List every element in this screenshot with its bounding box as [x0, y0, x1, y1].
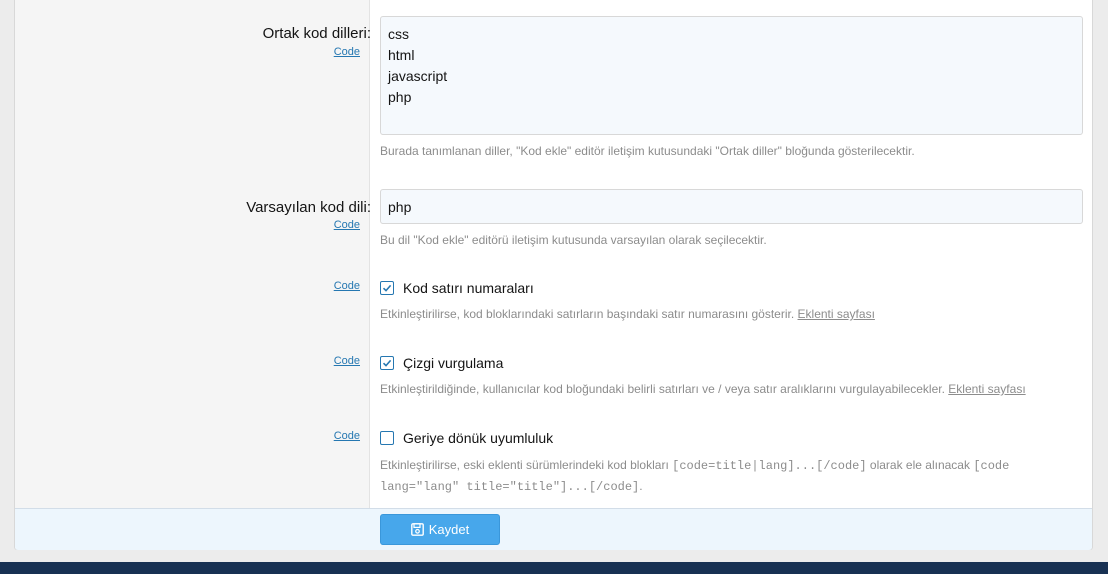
- backwards-compat-checkbox[interactable]: [380, 431, 394, 445]
- line-highlight-plugin-link[interactable]: Eklenti sayfası: [948, 382, 1025, 396]
- floppy-disk-icon: [410, 523, 424, 536]
- backwards-compat-hint-middle: olarak ele alınacak: [869, 458, 970, 472]
- line-numbers-hint-text: Etkinleştirilirse, kod bloklarındaki sat…: [380, 307, 795, 321]
- check-icon: [382, 359, 392, 367]
- backwards-compat-hint-end: .: [639, 479, 643, 493]
- line-highlight-label: Çizgi vurgulama: [403, 355, 504, 371]
- line-highlight-option[interactable]: Çizgi vurgulama: [380, 355, 503, 371]
- options-panel: Ortak kod dilleri: Code css html javascr…: [14, 0, 1093, 550]
- backwards-compat-hint-code-old: [code=title|lang]...[/code]: [672, 459, 867, 473]
- common-languages-textarea[interactable]: css html javascript php: [380, 16, 1083, 135]
- default-language-code-link[interactable]: Code: [334, 219, 360, 231]
- backwards-compat-label: Geriye dönük uyumluluk: [403, 430, 554, 446]
- line-numbers-checkbox[interactable]: [380, 281, 394, 295]
- backwards-compat-hint-before: Etkinleştirilirse, eski eklenti sürümler…: [380, 458, 669, 472]
- line-highlight-code-link[interactable]: Code: [334, 355, 360, 367]
- save-button-label: Kaydet: [428, 522, 470, 537]
- common-languages-code-link[interactable]: Code: [334, 46, 360, 58]
- line-numbers-label: Kod satırı numaraları: [403, 280, 534, 296]
- line-highlight-hint: Etkinleştirildiğinde, kullanıcılar kod b…: [380, 379, 1085, 399]
- line-numbers-hint: Etkinleştirilirse, kod bloklarındaki sat…: [380, 304, 1085, 324]
- line-numbers-plugin-link[interactable]: Eklenti sayfası: [798, 307, 875, 321]
- default-language-label: Varsayılan kod dili:: [246, 199, 371, 216]
- bottom-bar: [0, 562, 1108, 574]
- form-footer: Kaydet: [15, 508, 1092, 550]
- line-numbers-code-link[interactable]: Code: [334, 280, 360, 292]
- backwards-compat-code-link[interactable]: Code: [334, 430, 360, 442]
- backwards-compat-hint: Etkinleştirilirse, eski eklenti sürümler…: [380, 455, 1085, 497]
- line-highlight-hint-text: Etkinleştirildiğinde, kullanıcılar kod b…: [380, 382, 945, 396]
- backwards-compat-option[interactable]: Geriye dönük uyumluluk: [380, 430, 553, 446]
- default-language-input[interactable]: [380, 189, 1083, 224]
- label-column: [15, 0, 370, 508]
- check-icon: [382, 284, 392, 292]
- common-languages-label: Ortak kod dilleri:: [262, 25, 371, 42]
- line-numbers-option[interactable]: Kod satırı numaraları: [380, 280, 534, 296]
- line-highlight-checkbox[interactable]: [380, 356, 394, 370]
- save-button[interactable]: Kaydet: [380, 514, 500, 545]
- default-language-hint: Bu dil "Kod ekle" editörü iletişim kutus…: [380, 233, 767, 247]
- common-languages-hint: Burada tanımlanan diller, "Kod ekle" edi…: [380, 144, 915, 158]
